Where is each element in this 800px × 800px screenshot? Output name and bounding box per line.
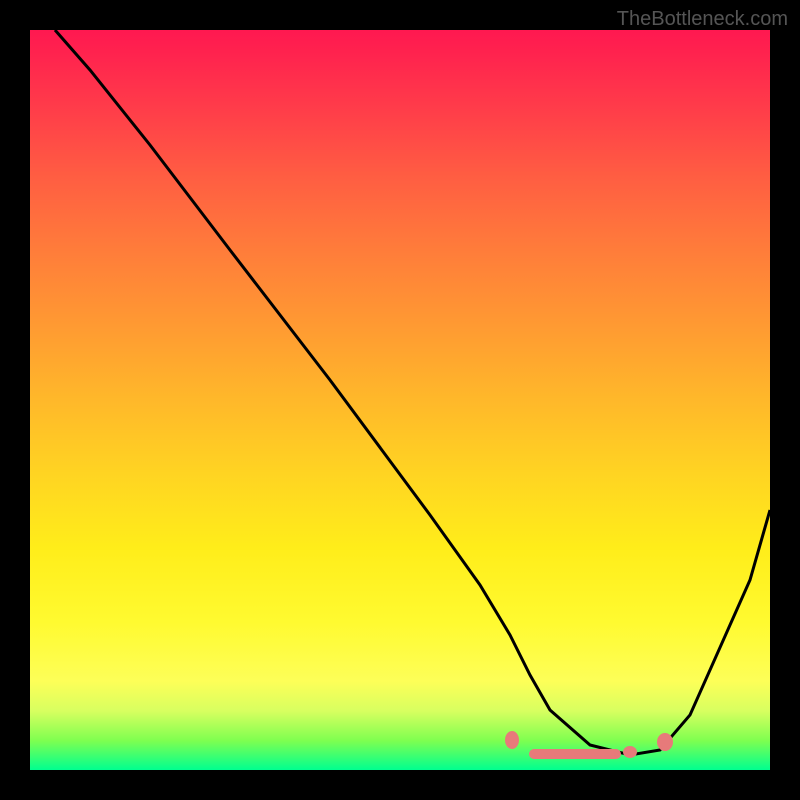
marker-dot — [506, 732, 518, 748]
chart-curve — [30, 30, 770, 770]
marker-dot — [658, 734, 672, 750]
watermark-text: TheBottleneck.com — [617, 8, 788, 31]
curve-line — [55, 30, 770, 755]
marker-bar — [530, 750, 620, 758]
marker-dot — [624, 747, 636, 757]
